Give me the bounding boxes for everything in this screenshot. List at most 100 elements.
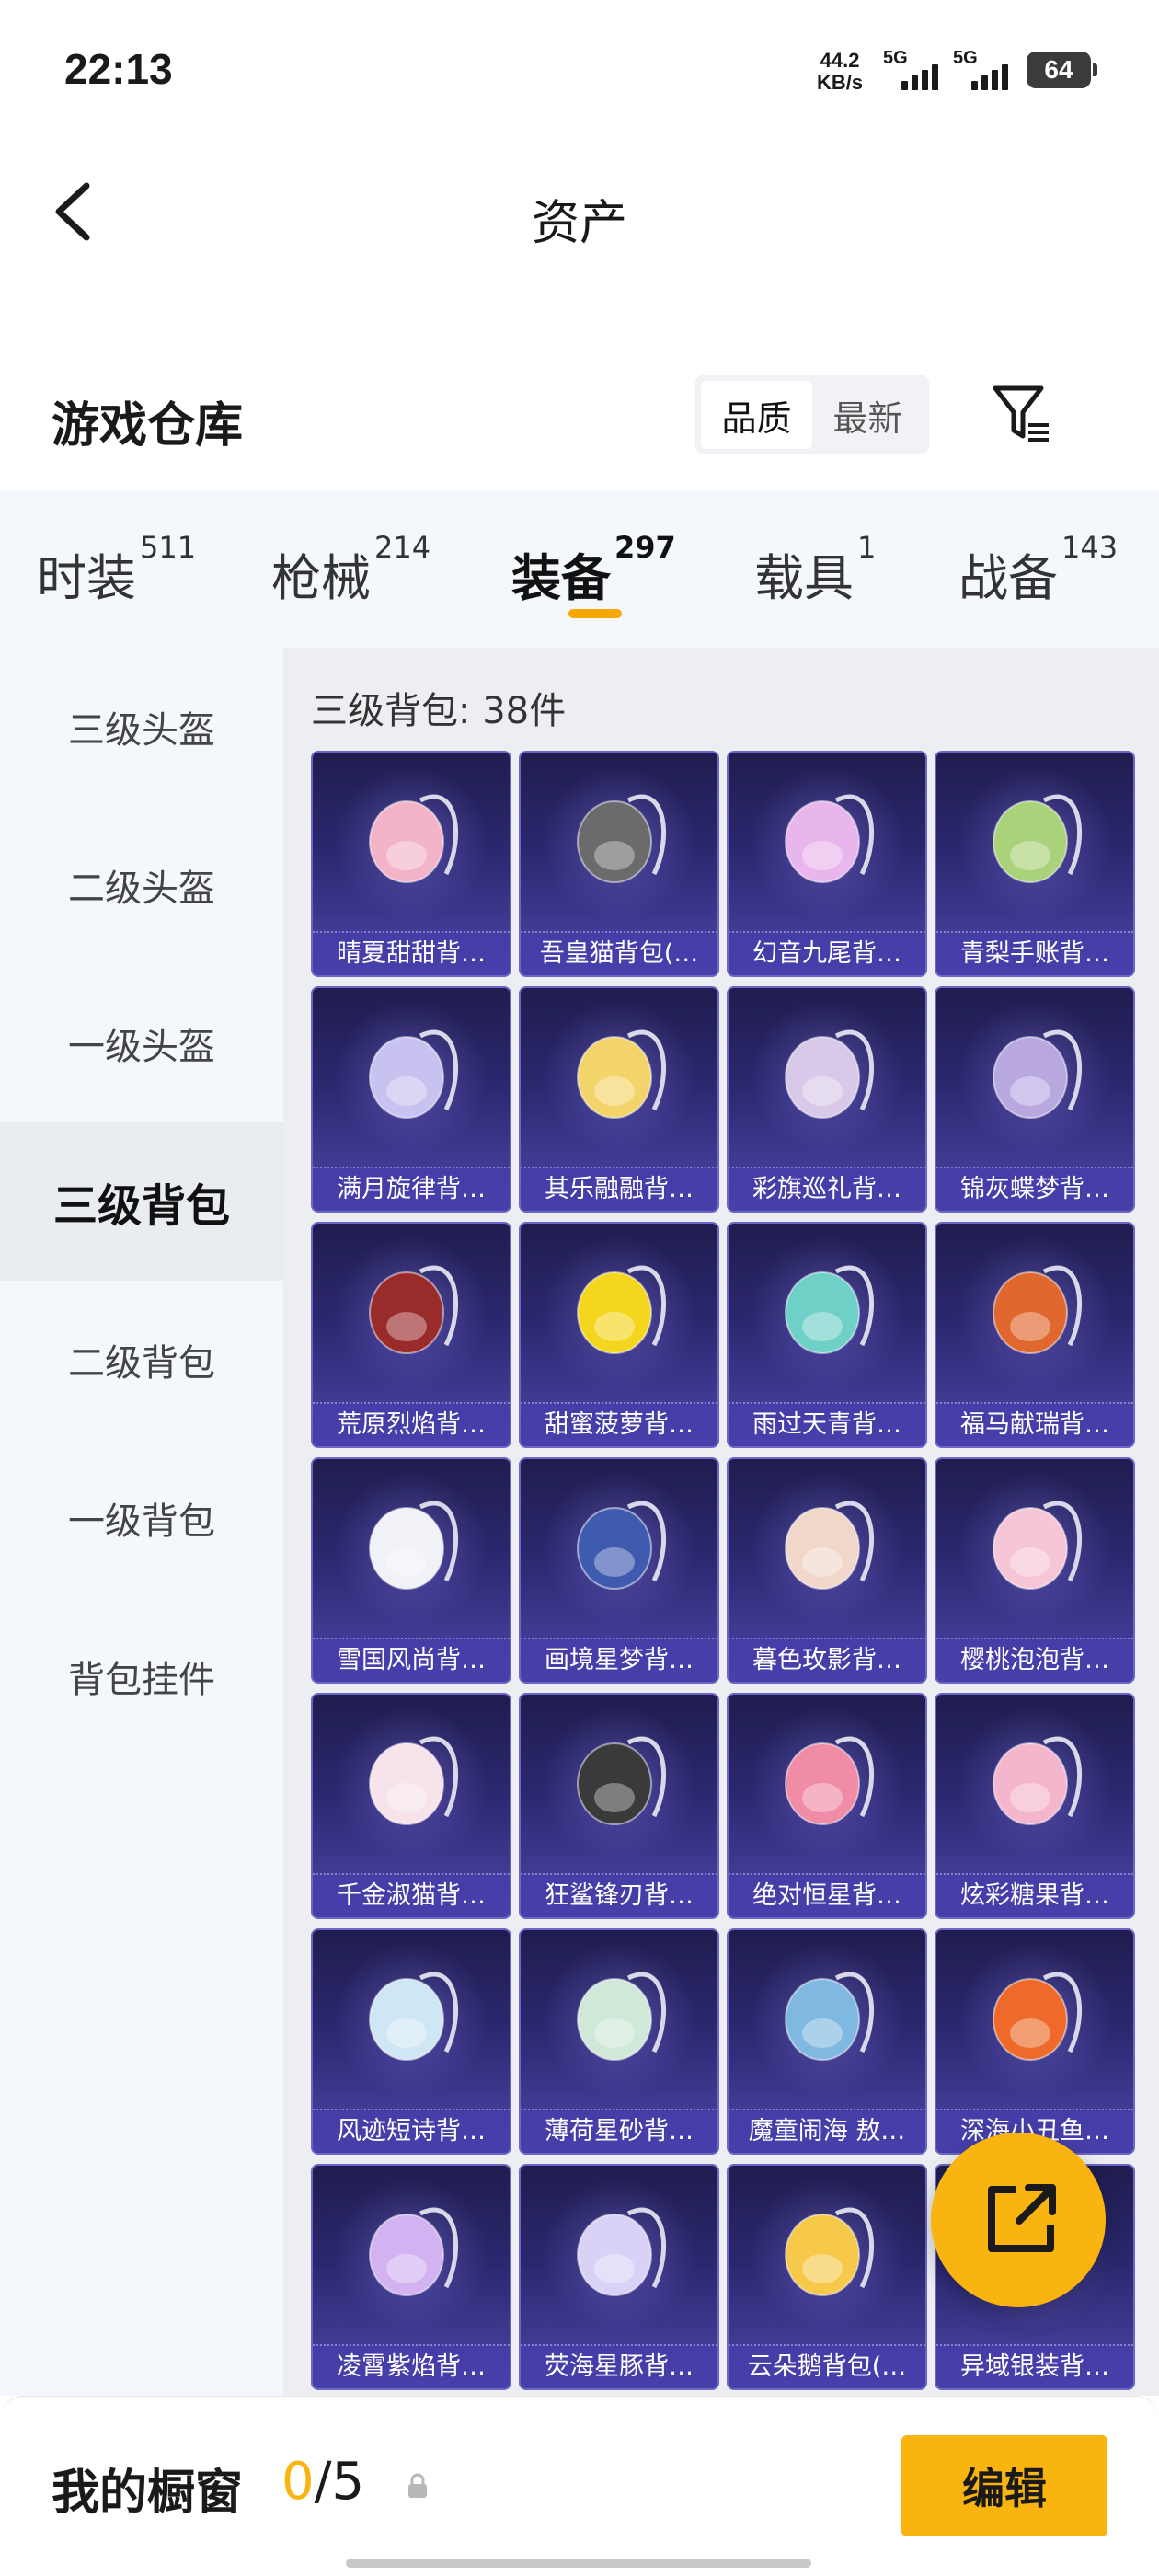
item-card[interactable]: 云朵鹅背包(…	[727, 2164, 927, 2390]
backpack-icon	[577, 1265, 666, 1355]
backpack-icon	[369, 1972, 458, 2062]
backpack-icon	[993, 1972, 1082, 2062]
item-card[interactable]: 锦灰蝶梦背…	[935, 986, 1135, 1213]
item-card[interactable]: 千金淑猫背…	[311, 1693, 511, 1919]
backpack-icon	[993, 1501, 1082, 1591]
item-count-label: 三级背包: 38件	[311, 690, 567, 732]
side-item-backpack-charm[interactable]: 背包挂件	[0, 1597, 283, 1755]
item-card[interactable]: 凌霄紫焰背…	[311, 2164, 511, 2390]
side-item-backpack-lv2[interactable]: 二级背包	[0, 1281, 283, 1439]
status-bar: 22:13 44.2 KB/s 5G 5G 64	[0, 0, 1159, 138]
tab-label: 枪械	[271, 549, 371, 607]
backpack-icon	[785, 1736, 874, 1826]
sort-option-newest[interactable]: 最新	[812, 381, 924, 449]
backpack-icon	[577, 2207, 666, 2297]
share-button[interactable]	[931, 2133, 1106, 2307]
item-card[interactable]: 福马献瑞背…	[935, 1222, 1135, 1448]
item-card[interactable]: 荧海星豚背…	[519, 2164, 719, 2390]
item-card[interactable]: 狂鲨锋刃背…	[519, 1693, 719, 1919]
item-name: 幻音九尾背…	[729, 931, 925, 975]
item-card[interactable]: 樱桃泡泡背…	[935, 1457, 1135, 1684]
item-name: 狂鲨锋刃背…	[521, 1873, 717, 1917]
item-card[interactable]: 绝对恒星背…	[727, 1693, 927, 1919]
tab-combat-gear[interactable]: 战备143	[958, 530, 1118, 610]
backpack-icon	[785, 2207, 874, 2297]
item-name: 异域银装背…	[936, 2344, 1133, 2388]
warehouse-title: 游戏仓库	[52, 398, 244, 454]
category-tabs: 时装511 枪械214 装备297 载具1 战备143	[0, 491, 1159, 648]
backpack-icon	[369, 1029, 458, 1120]
status-time: 22:13	[64, 45, 173, 93]
item-name: 吾皇猫背包(…	[521, 931, 717, 975]
backpack-icon	[785, 1501, 874, 1591]
item-card[interactable]: 彩旗巡礼背…	[727, 986, 927, 1213]
side-item-helmet-lv2[interactable]: 二级头盔	[0, 806, 283, 964]
side-item-backpack-lv1[interactable]: 一级背包	[0, 1439, 283, 1597]
tab-count: 214	[374, 530, 431, 565]
tab-label: 装备	[511, 549, 611, 607]
filter-button[interactable]	[990, 381, 1054, 449]
network-speed-unit: KB/s	[817, 71, 864, 94]
item-card[interactable]: 暮色玫影背…	[727, 1457, 927, 1684]
sort-toggle: 品质 最新	[695, 375, 929, 454]
showcase-label: 我的橱窗	[52, 2466, 244, 2521]
tab-count: 1	[857, 530, 877, 565]
item-card[interactable]: 荒原烈焰背…	[311, 1222, 511, 1448]
page-title: 资产	[531, 196, 627, 251]
edit-button[interactable]: 编辑	[901, 2435, 1107, 2536]
backpack-icon	[993, 1736, 1082, 1826]
item-card[interactable]: 雨过天青背…	[727, 1222, 927, 1448]
item-card[interactable]: 其乐融融背…	[519, 986, 719, 1213]
item-name: 千金淑猫背…	[313, 1873, 510, 1917]
backpack-icon	[369, 1501, 458, 1591]
item-name: 青梨手账背…	[936, 931, 1133, 975]
item-name: 魔童闹海 敖…	[729, 2109, 925, 2153]
item-card[interactable]: 吾皇猫背包(…	[519, 751, 719, 977]
backpack-icon	[785, 794, 874, 884]
item-name: 樱桃泡泡背…	[936, 1638, 1133, 1682]
item-card[interactable]: 深海小丑鱼…	[935, 1928, 1135, 2155]
backpack-icon	[993, 1029, 1082, 1120]
item-card[interactable]: 青梨手账背…	[935, 751, 1135, 977]
signal-sim2-icon: 5G	[953, 48, 1019, 90]
item-card[interactable]: 晴夏甜甜背…	[311, 751, 511, 977]
sort-option-quality[interactable]: 品质	[701, 381, 812, 449]
tab-vehicles[interactable]: 载具1	[754, 530, 876, 610]
showcase-current: 0	[281, 2452, 315, 2512]
item-card[interactable]: 风迹短诗背…	[311, 1928, 511, 2155]
backpack-icon	[369, 1736, 458, 1826]
tab-firearms[interactable]: 枪械214	[271, 530, 430, 610]
item-name: 荒原烈焰背…	[313, 1402, 510, 1446]
signal-sim1-icon: 5G	[883, 48, 949, 90]
item-card[interactable]: 魔童闹海 敖…	[727, 1928, 927, 2155]
tab-label: 时装	[37, 549, 136, 607]
item-name: 凌霄紫焰背…	[313, 2344, 510, 2388]
item-card[interactable]: 甜蜜菠萝背…	[519, 1222, 719, 1448]
tab-fashion[interactable]: 时装511	[37, 530, 196, 610]
item-name: 荧海星豚背…	[521, 2344, 717, 2388]
tab-equipment[interactable]: 装备297	[511, 530, 676, 610]
item-name: 其乐融融背…	[521, 1167, 717, 1211]
backpack-icon	[993, 1265, 1082, 1355]
backpack-icon	[577, 794, 666, 884]
item-name: 雪国风尚背…	[313, 1638, 510, 1682]
home-indicator	[346, 2559, 811, 2568]
item-card[interactable]: 画境星梦背…	[519, 1457, 719, 1684]
item-card[interactable]: 薄荷星砂背…	[519, 1928, 719, 2155]
battery-icon: 64	[1027, 52, 1097, 88]
side-item-helmet-lv3[interactable]: 三级头盔	[0, 648, 283, 806]
filter-icon	[993, 385, 1049, 442]
backpack-icon	[577, 1972, 666, 2062]
showcase-count: 0/5	[281, 2452, 364, 2512]
side-menu: 三级头盔 二级头盔 一级头盔 三级背包 二级背包 一级背包 背包挂件	[0, 648, 283, 2396]
network-speed-value: 44.2	[820, 49, 860, 72]
side-item-helmet-lv1[interactable]: 一级头盔	[0, 964, 283, 1122]
backpack-icon	[577, 1736, 666, 1826]
item-card[interactable]: 雪国风尚背…	[311, 1457, 511, 1684]
item-card[interactable]: 幻音九尾背…	[727, 751, 927, 977]
side-item-backpack-lv3[interactable]: 三级背包	[0, 1122, 283, 1281]
item-card[interactable]: 满月旋律背…	[311, 986, 511, 1213]
item-name: 画境星梦背…	[521, 1638, 717, 1682]
item-card[interactable]: 炫彩糖果背…	[935, 1693, 1135, 1919]
nav-bar: 资产	[0, 138, 1159, 285]
